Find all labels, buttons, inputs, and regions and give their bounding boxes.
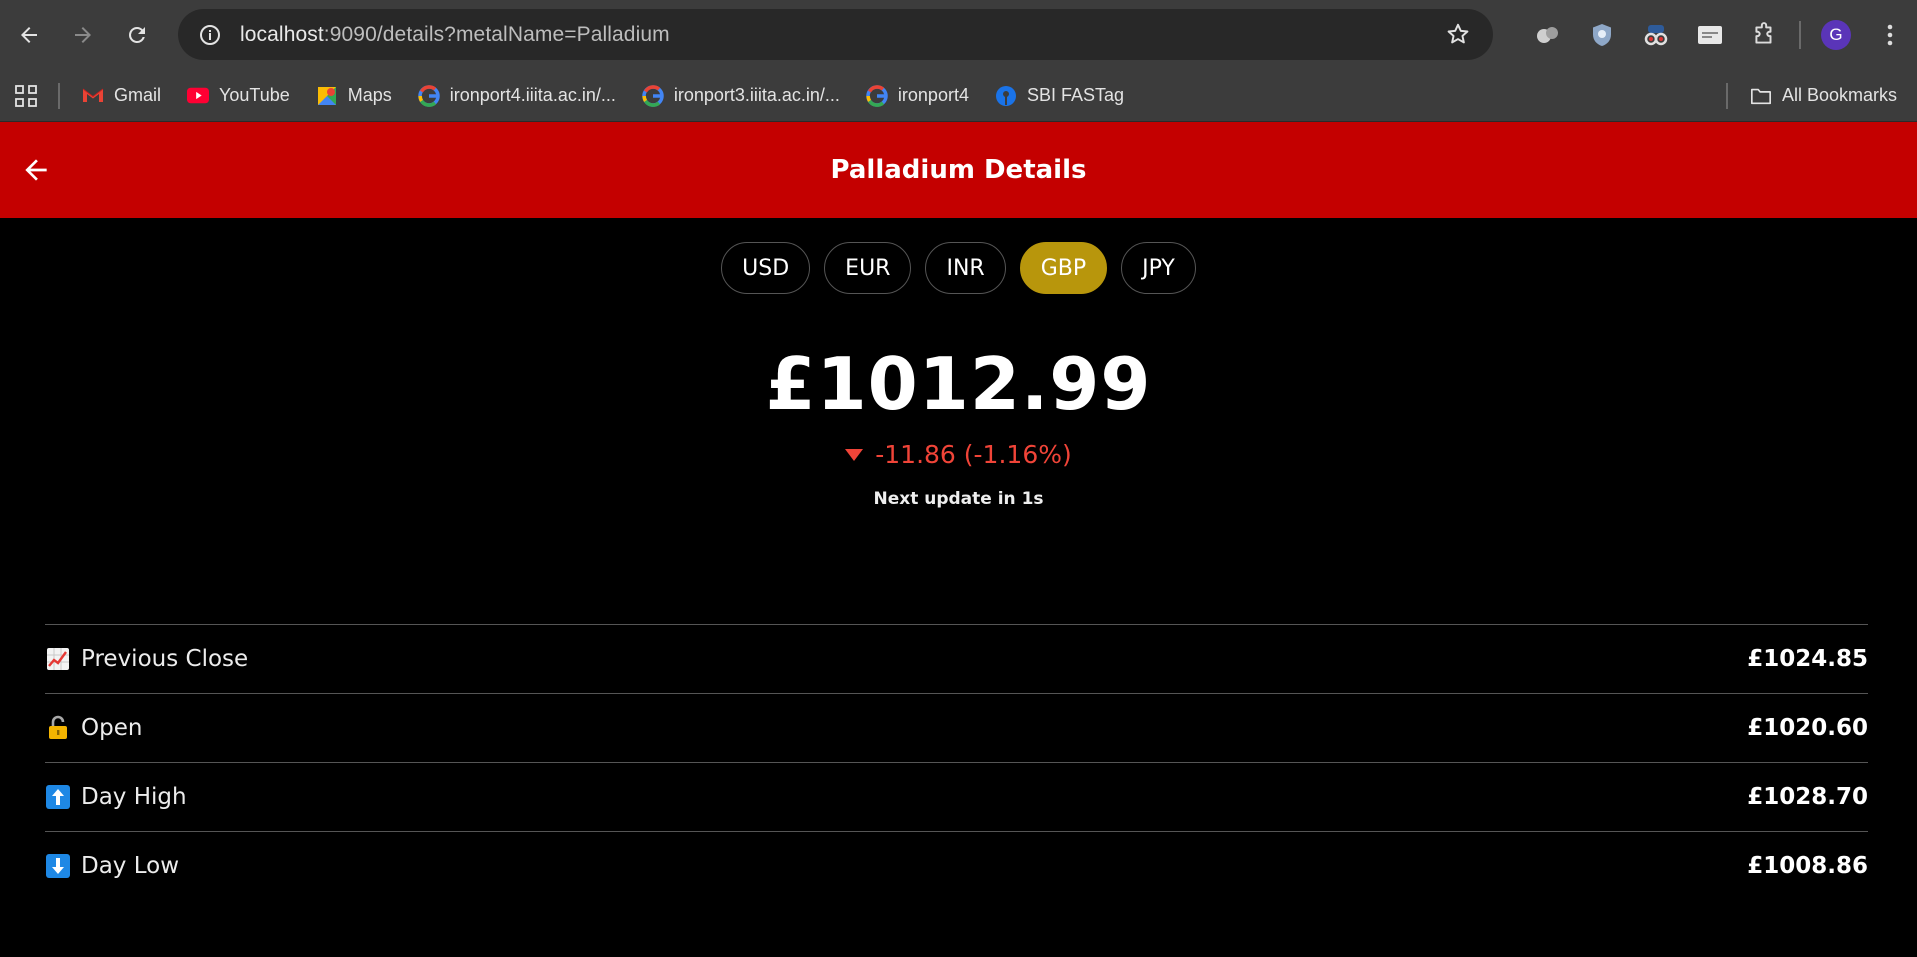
google-icon — [866, 84, 888, 107]
bookmark-label: Maps — [347, 85, 392, 105]
toolbar-separator — [1799, 20, 1801, 49]
bookmark-gmail[interactable]: Gmail — [82, 85, 161, 107]
up-arrow-icon — [45, 784, 71, 810]
maps-icon — [316, 85, 338, 107]
site-info-icon[interactable] — [198, 23, 222, 47]
folder-icon — [1750, 85, 1772, 107]
unlocked-icon — [45, 715, 71, 741]
stat-value: £1024.85 — [1747, 646, 1868, 672]
currency-selector: USD EUR INR GBP JPY — [0, 242, 1917, 294]
price-change-value: -11.86 (-1.16%) — [875, 440, 1072, 469]
stat-row-day-low: Day Low £1008.86 — [45, 831, 1868, 900]
currency-usd-button[interactable]: USD — [721, 242, 811, 294]
google-icon — [642, 84, 664, 107]
sbi-icon — [995, 85, 1017, 107]
chart-increasing-icon — [45, 646, 71, 672]
extensions-area: G — [1521, 9, 1917, 60]
browser-toolbar: localhost:9090/details?metalName=Palladi… — [0, 0, 1917, 70]
bookmark-label: ironport4.iiita.ac.in/... — [449, 85, 616, 105]
currency-gbp-button[interactable]: GBP — [1019, 242, 1108, 294]
bookmark-label: ironport3.iiita.ac.in/... — [673, 85, 840, 105]
extension-spy-icon[interactable] — [1639, 18, 1673, 52]
reload-icon — [129, 27, 145, 43]
more-vert-icon — [1887, 24, 1893, 45]
stat-label: Day High — [81, 784, 187, 810]
url-host: localhost — [240, 22, 324, 46]
google-icon — [418, 84, 440, 107]
bookmarks-bar: Gmail YouTube Maps ironport4.iiita.ac.in… — [0, 70, 1917, 122]
currency-inr-button[interactable]: INR — [925, 242, 1006, 294]
stat-label: Day Low — [81, 853, 180, 879]
stat-label: Open — [81, 715, 143, 741]
bookmark-sbi-fastag[interactable]: SBI FASTag — [995, 85, 1124, 107]
bookmarks-separator — [1725, 82, 1728, 109]
stat-value: £1028.70 — [1747, 784, 1868, 810]
stat-row-day-high: Day High £1028.70 — [45, 762, 1868, 831]
bookmark-ironport3-url[interactable]: ironport3.iiita.ac.in/... — [642, 84, 840, 107]
extensions-puzzle-icon[interactable] — [1747, 18, 1781, 52]
extension-card-icon[interactable] — [1693, 18, 1727, 52]
arrow-left-icon — [21, 27, 37, 43]
bookmarks-separator — [58, 82, 60, 109]
bookmark-ironport4[interactable]: ironport4 — [866, 84, 969, 107]
url-path: :9090/details?metalName=Palladium — [323, 22, 670, 46]
reload-button[interactable] — [118, 16, 156, 54]
currency-jpy-button[interactable]: JPY — [1121, 242, 1196, 294]
back-button[interactable] — [10, 16, 48, 54]
apps-grid-icon[interactable] — [14, 84, 38, 108]
next-update-text: Next update in 1s — [873, 489, 1044, 509]
bookmark-youtube[interactable]: YouTube — [187, 85, 290, 107]
bookmark-label: SBI FASTag — [1026, 85, 1125, 105]
stat-value: £1008.86 — [1747, 853, 1868, 879]
current-price: £1012.99 — [765, 342, 1152, 426]
all-bookmarks-area: All Bookmarks — [1725, 82, 1903, 109]
gmail-icon — [82, 85, 104, 107]
bookmark-label: Gmail — [114, 85, 162, 105]
price-change: -11.86 (-1.16%) — [0, 440, 1917, 469]
down-triangle-icon — [845, 448, 864, 461]
url-text[interactable]: localhost:9090/details?metalName=Palladi… — [240, 23, 670, 47]
browser-menu-button[interactable] — [1873, 18, 1907, 52]
stat-value: £1020.60 — [1747, 715, 1868, 741]
extension-shield-icon[interactable] — [1585, 18, 1619, 52]
youtube-icon — [187, 85, 210, 107]
stats-list: Previous Close £1024.85 Open £1020.60 Da… — [45, 624, 1868, 900]
extension-bubbles-icon[interactable] — [1531, 18, 1565, 52]
stat-label: Previous Close — [81, 646, 249, 672]
arrow-right-icon — [75, 27, 91, 43]
forward-button[interactable] — [64, 16, 102, 54]
address-bar[interactable]: localhost:9090/details?metalName=Palladi… — [178, 9, 1493, 60]
all-bookmarks-label: All Bookmarks — [1781, 85, 1897, 105]
app-header: Palladium Details — [0, 122, 1917, 218]
all-bookmarks-button[interactable]: All Bookmarks — [1750, 85, 1897, 107]
bookmark-label: ironport4 — [897, 85, 969, 105]
bookmark-maps[interactable]: Maps — [316, 85, 392, 107]
down-arrow-icon — [45, 853, 71, 879]
stat-row-open: Open £1020.60 — [45, 693, 1868, 762]
bookmark-ironport4-url[interactable]: ironport4.iiita.ac.in/... — [418, 84, 616, 107]
page-title: Palladium Details — [830, 155, 1087, 185]
bookmark-star-icon[interactable] — [1445, 21, 1471, 47]
stat-row-previous-close: Previous Close £1024.85 — [45, 624, 1868, 693]
bookmark-label: YouTube — [219, 85, 290, 105]
back-arrow-icon[interactable] — [20, 154, 52, 186]
avatar: G — [1821, 19, 1851, 50]
profile-button[interactable]: G — [1819, 18, 1853, 52]
currency-eur-button[interactable]: EUR — [824, 242, 912, 294]
